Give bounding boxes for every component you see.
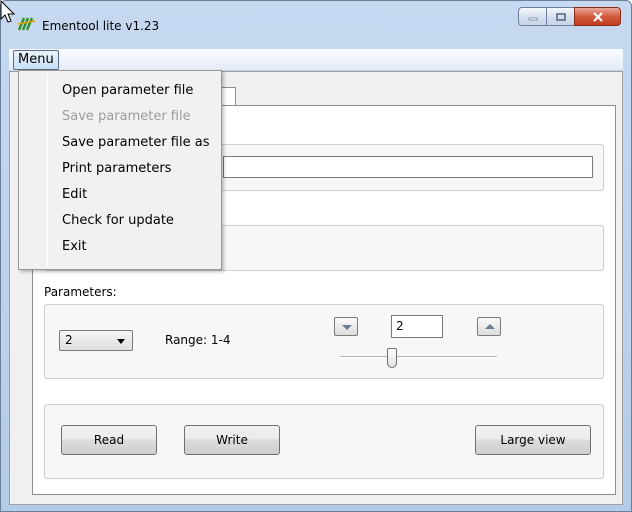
parameter-value-input[interactable]: 2 — [391, 315, 443, 338]
arrow-up-icon — [485, 324, 495, 329]
title-bar[interactable]: Ementool lite v1.23 — [1, 1, 631, 45]
menu-dropdown: Open parameter file Save parameter file … — [18, 70, 222, 270]
parameters-label: Parameters: — [44, 285, 117, 299]
parameter-select[interactable]: 2 — [59, 330, 133, 351]
maximize-button[interactable] — [546, 7, 574, 26]
file-path-input[interactable] — [223, 156, 593, 178]
close-icon — [592, 11, 603, 22]
decrement-button[interactable] — [334, 317, 358, 336]
mouse-pointer-icon — [0, 0, 16, 23]
close-button[interactable] — [574, 7, 621, 26]
parameter-select-value: 2 — [65, 333, 73, 347]
menu-item-edit[interactable]: Edit — [62, 182, 87, 208]
read-button[interactable]: Read — [61, 425, 157, 455]
menu-item-print-parameters[interactable]: Print parameters — [62, 156, 171, 182]
increment-button[interactable] — [477, 317, 501, 336]
menu-item-save-parameter-file-as[interactable]: Save parameter file as — [62, 130, 209, 156]
minimize-icon — [528, 17, 537, 20]
chevron-down-icon — [117, 339, 125, 344]
minimize-button[interactable] — [518, 7, 546, 26]
menu-item-check-for-update[interactable]: Check for update — [62, 208, 174, 234]
arrow-down-icon — [342, 325, 352, 330]
menu-bar: Menu — [9, 49, 623, 71]
menu-item-exit[interactable]: Exit — [62, 234, 87, 260]
app-window: Ementool lite v1.23 Menu m Parameters: 2… — [0, 0, 632, 512]
maximize-icon — [555, 12, 566, 21]
ementool-logo-icon — [17, 17, 36, 31]
range-label: Range: 1-4 — [165, 333, 231, 347]
menu-item-open-parameter-file[interactable]: Open parameter file — [62, 78, 193, 104]
menu-button[interactable]: Menu — [13, 50, 59, 70]
menu-gutter — [47, 73, 48, 267]
large-view-button[interactable]: Large view — [475, 425, 591, 455]
window-controls — [518, 7, 621, 26]
parameter-slider-track[interactable] — [340, 356, 497, 358]
menu-item-save-parameter-file: Save parameter file — [62, 109, 191, 124]
window-title: Ementool lite v1.23 — [42, 19, 160, 33]
write-button[interactable]: Write — [184, 425, 280, 455]
parameter-slider-thumb[interactable] — [387, 348, 397, 368]
